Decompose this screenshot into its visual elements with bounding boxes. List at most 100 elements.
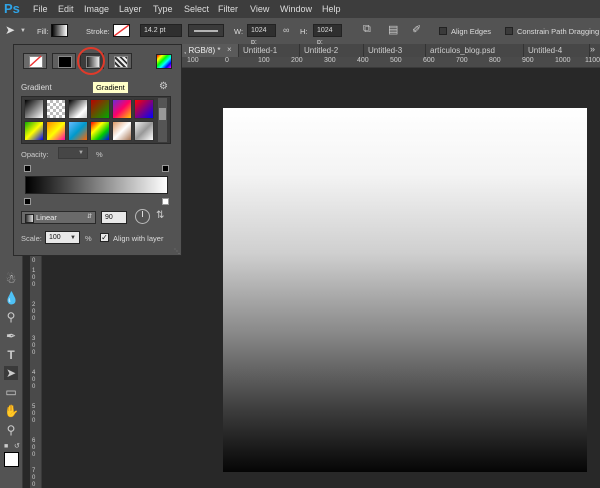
gradient-type-dropdown[interactable]: Linear ⇵ xyxy=(21,211,96,224)
resize-grip-icon[interactable]: ⋱ xyxy=(174,248,180,255)
tab-articulos-blog[interactable]: artículos_blog.psd xyxy=(426,44,524,57)
dodge-icon[interactable]: ⚲ xyxy=(4,310,18,324)
scale-label: Scale: xyxy=(21,234,42,243)
constrain-path-checkbox[interactable] xyxy=(505,27,513,35)
gradient-preset[interactable] xyxy=(24,121,44,141)
fill-swatch[interactable] xyxy=(51,24,68,37)
path-selection-icon[interactable]: ➤ xyxy=(4,366,18,380)
zoom-tool-icon[interactable]: ⚲ xyxy=(4,423,18,437)
ruler-tick-label: 0 xyxy=(32,275,36,281)
ruler-tick-label: 0 xyxy=(32,452,36,458)
opacity-unit: % xyxy=(96,150,103,159)
chevron-down-icon[interactable]: ▼ xyxy=(20,28,26,34)
scale-field[interactable]: 100 ▼ xyxy=(45,231,80,244)
gradient-preset[interactable] xyxy=(134,121,154,141)
tabs-overflow-icon[interactable]: » xyxy=(590,44,595,54)
path-select-icon[interactable]: ➤ xyxy=(5,23,15,37)
pattern-button[interactable] xyxy=(108,53,132,69)
color-stop-left[interactable] xyxy=(24,198,31,205)
tab-label: Untitled-2 xyxy=(304,46,339,55)
gradient-preset[interactable] xyxy=(68,121,88,141)
rectangle-tool-icon[interactable]: ▭ xyxy=(4,385,18,399)
stroke-label: Stroke: xyxy=(86,27,110,36)
menu-bar: Ps File Edit Image Layer Type Select Fil… xyxy=(0,0,600,18)
no-color-button[interactable] xyxy=(23,53,47,69)
foreground-color-swatch[interactable] xyxy=(4,452,19,467)
paint-bucket-icon[interactable]: ☃ xyxy=(4,272,18,286)
ruler-tick-label: 700 xyxy=(456,57,468,64)
align-edges-checkbox[interactable] xyxy=(439,27,447,35)
height-field[interactable]: 1024 p: xyxy=(313,24,342,46)
tab-untitled-2[interactable]: Untitled-2 xyxy=(300,44,364,57)
gradient-preset[interactable] xyxy=(112,99,132,119)
document-tabs: , RGB/8) * × Untitled-1 Untitled-2 Untit… xyxy=(180,44,600,57)
options-bar: ➤ ▼ Fill: Stroke: 14.2 pt W: 1024 p: ∞ H… xyxy=(0,18,600,46)
blur-icon[interactable]: 💧 xyxy=(4,291,19,305)
gradient-bar[interactable] xyxy=(25,176,168,194)
gradient-preset[interactable] xyxy=(46,99,66,119)
solid-color-button[interactable] xyxy=(52,53,76,69)
angle-field[interactable]: 90 xyxy=(101,211,127,224)
tab-untitled-1[interactable]: Untitled-1 xyxy=(239,44,300,57)
gradient-preset[interactable] xyxy=(134,99,154,119)
tab-untitled-3[interactable]: Untitled-3 xyxy=(364,44,426,57)
stroke-swatch[interactable] xyxy=(113,24,130,37)
menu-view[interactable]: View xyxy=(250,4,269,14)
tab-label: Untitled-3 xyxy=(368,46,403,55)
close-icon[interactable]: × xyxy=(227,45,232,54)
gradient-preset[interactable] xyxy=(24,99,44,119)
gradient-preset[interactable] xyxy=(112,121,132,141)
ruler-tick-label: 4 xyxy=(32,370,36,376)
chevron-down-icon[interactable]: ▼ xyxy=(78,150,84,156)
scale-unit: % xyxy=(85,234,92,243)
document-canvas[interactable] xyxy=(223,108,587,472)
reverse-gradient-icon[interactable]: ⇅ xyxy=(156,210,164,221)
opacity-stop-left[interactable] xyxy=(24,165,31,172)
gradient-preset[interactable] xyxy=(90,99,110,119)
ruler-tick-label: 100 xyxy=(258,57,270,64)
pen-icon[interactable]: ✒ xyxy=(4,329,18,343)
ruler-tick-label: 800 xyxy=(489,57,501,64)
path-arrangement-icon[interactable]: ✐ xyxy=(412,23,421,36)
opacity-field[interactable]: ▼ xyxy=(58,147,88,159)
menu-type[interactable]: Type xyxy=(153,4,173,14)
menu-filter[interactable]: Filter xyxy=(218,4,238,14)
menu-select[interactable]: Select xyxy=(184,4,209,14)
menu-layer[interactable]: Layer xyxy=(119,4,142,14)
ruler-tick-label: 6 xyxy=(32,438,36,444)
height-label: H: xyxy=(300,27,308,36)
ruler-tick-label: 100 xyxy=(187,57,199,64)
type-tool-icon[interactable]: T xyxy=(4,348,18,362)
color-picker-icon[interactable] xyxy=(156,54,172,69)
menu-edit[interactable]: Edit xyxy=(58,4,74,14)
menu-file[interactable]: File xyxy=(33,4,48,14)
stroke-type-dropdown[interactable] xyxy=(188,24,224,37)
gradient-preset[interactable] xyxy=(90,121,110,141)
gradient-preset[interactable] xyxy=(68,99,88,119)
swap-colors-icon[interactable]: ↺ xyxy=(14,442,20,450)
width-field[interactable]: 1024 p: xyxy=(247,24,276,46)
path-alignment-icon[interactable]: ▤ xyxy=(388,23,398,36)
gear-icon[interactable]: ⚙ xyxy=(159,81,168,92)
menu-help[interactable]: Help xyxy=(322,4,341,14)
tab-label: , RGB/8) * xyxy=(184,46,221,55)
default-colors-icon[interactable]: ■ xyxy=(4,443,8,450)
app-logo: Ps xyxy=(4,1,20,16)
presets-scrollbar[interactable] xyxy=(158,98,167,142)
tab-untitled-4[interactable]: Untitled-4 xyxy=(524,44,590,57)
color-stop-right[interactable] xyxy=(162,198,169,205)
opacity-stop-right[interactable] xyxy=(162,165,169,172)
path-operations-icon[interactable]: ⧉ xyxy=(363,23,371,36)
link-icon[interactable]: ∞ xyxy=(283,25,289,35)
align-with-layer-checkbox[interactable]: ✓ xyxy=(100,233,109,242)
stroke-width-field[interactable]: 14.2 pt xyxy=(140,24,182,37)
ruler-tick-label: 5 xyxy=(32,404,36,410)
angle-dial[interactable] xyxy=(135,209,150,224)
ruler-tick-label: 0 xyxy=(32,411,36,417)
menu-window[interactable]: Window xyxy=(280,4,312,14)
menu-image[interactable]: Image xyxy=(84,4,109,14)
align-with-layer-label: Align with layer xyxy=(113,234,164,243)
gradient-preset[interactable] xyxy=(46,121,66,141)
hand-tool-icon[interactable]: ✋ xyxy=(4,404,19,418)
ruler-tick-label: 0 xyxy=(32,309,36,315)
